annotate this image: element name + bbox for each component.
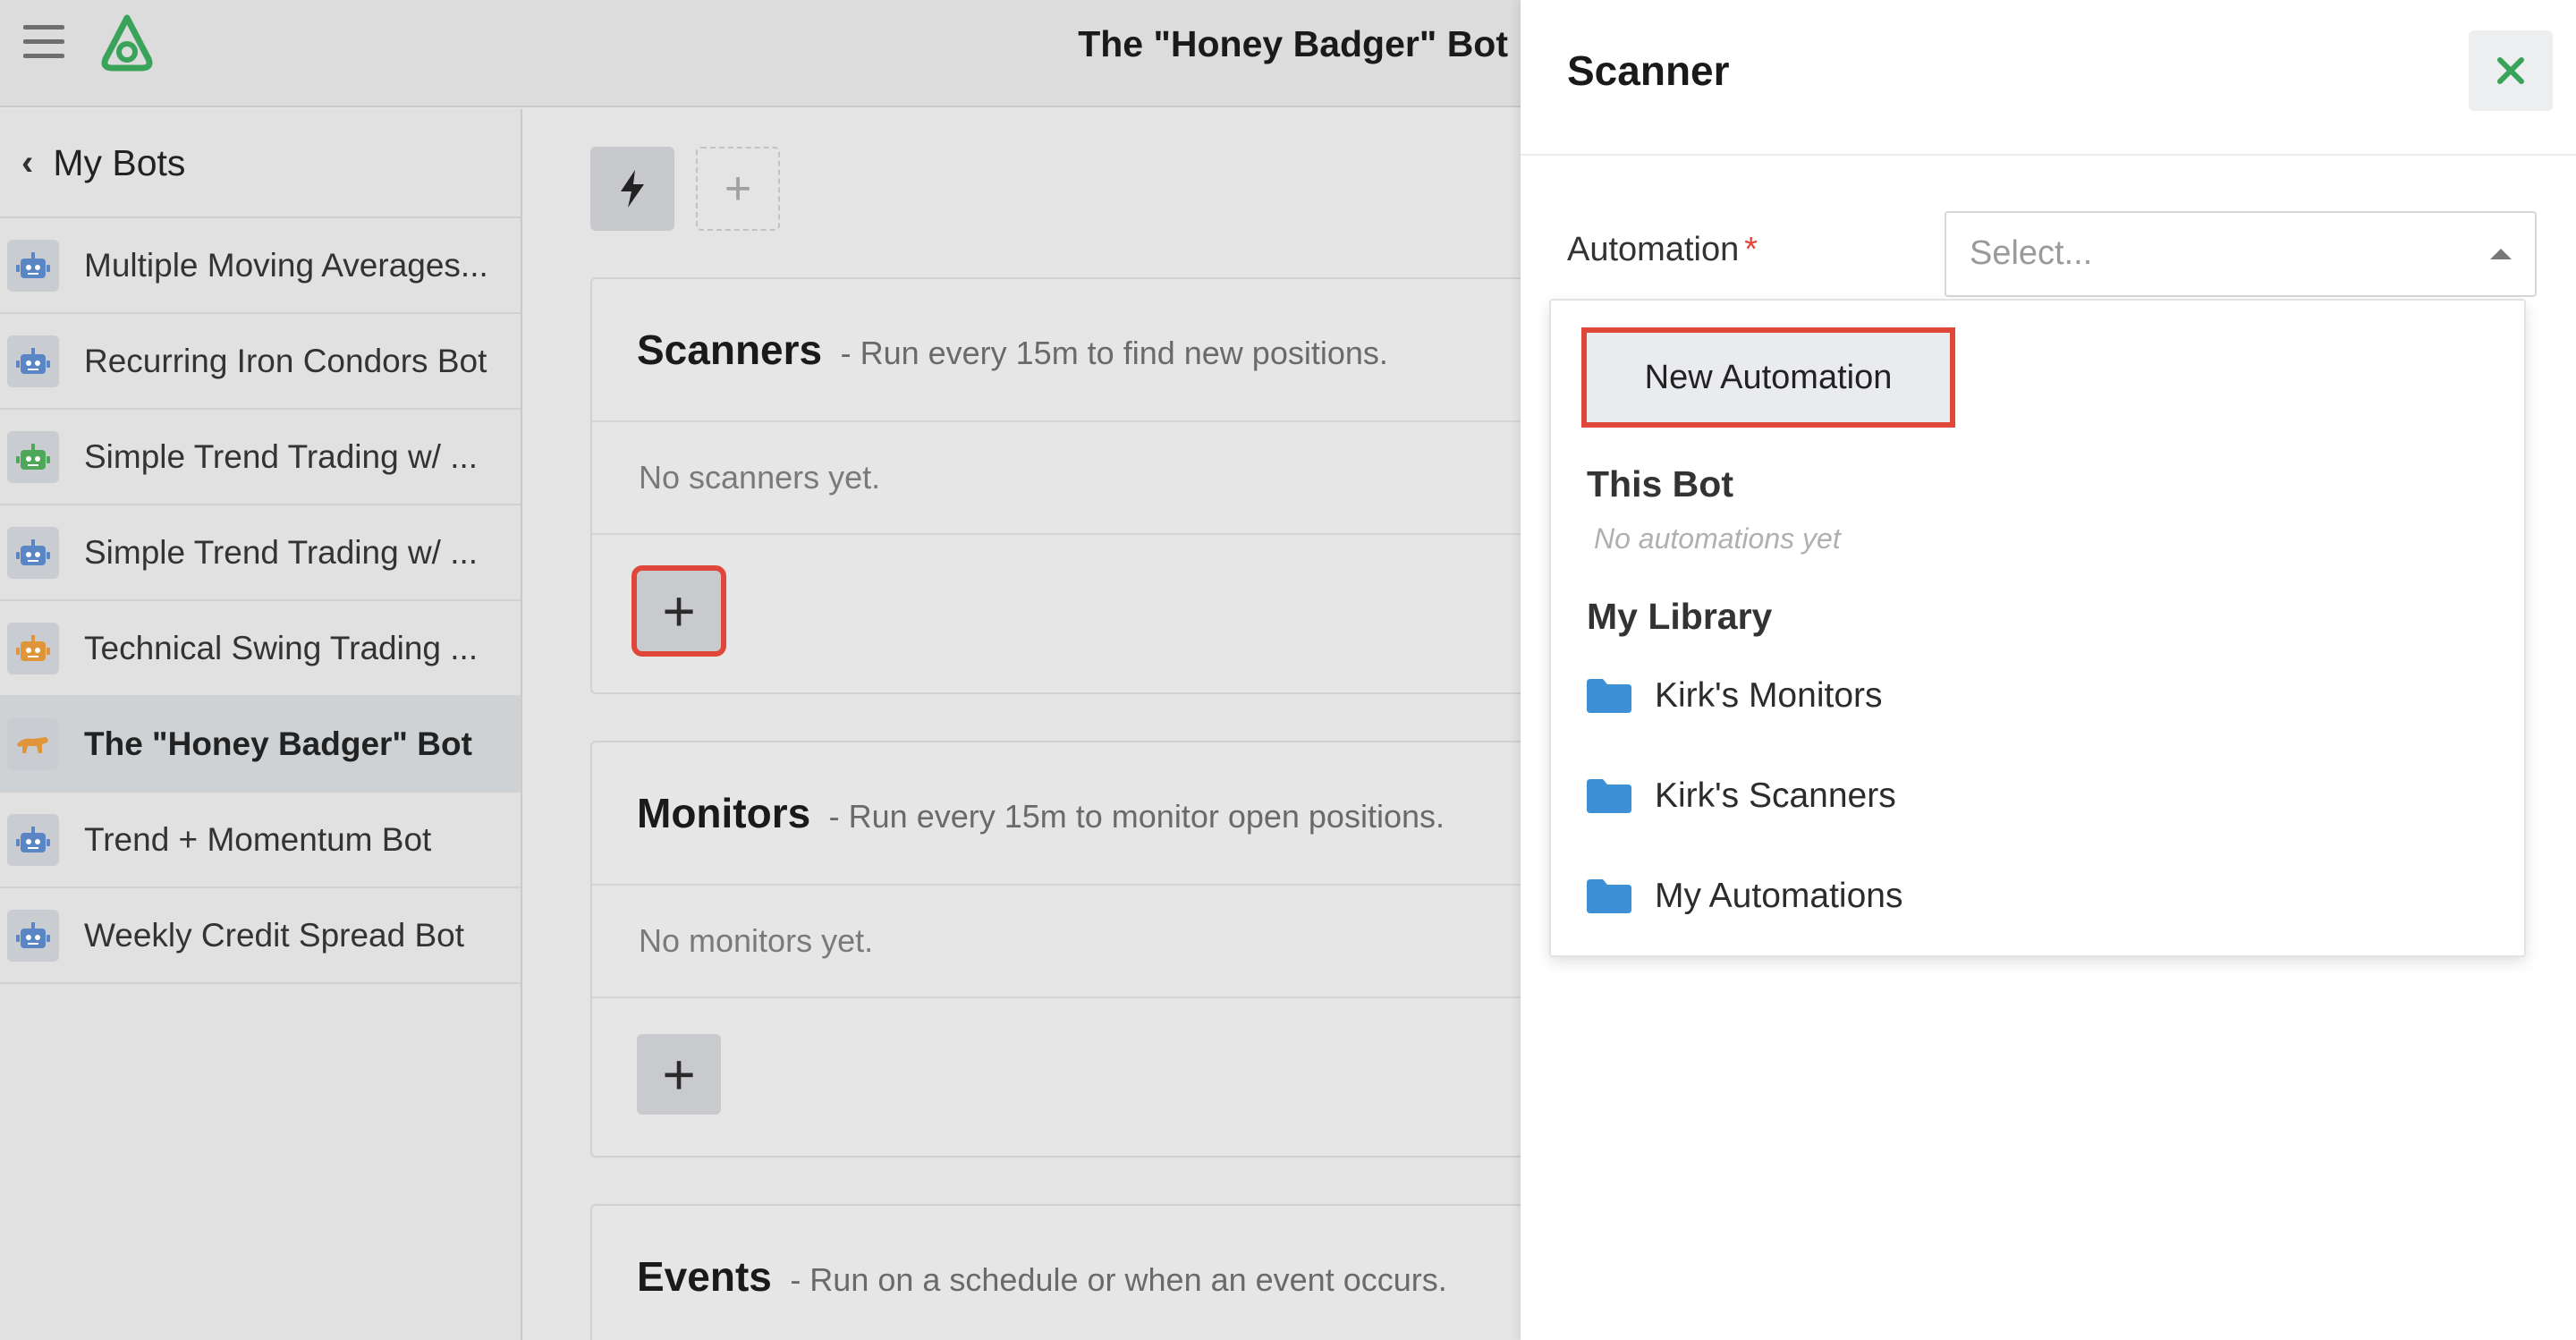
sidebar-bot-item[interactable]: Trend + Momentum Bot <box>0 793 521 888</box>
folder-label: Kirk's Scanners <box>1655 776 1896 815</box>
sidebar-bot-item[interactable]: The "Honey Badger" Bot <box>0 697 521 793</box>
add-tab-button[interactable]: + <box>696 147 780 231</box>
automation-field-label: Automation * <box>1567 231 1758 269</box>
page-title: The "Honey Badger" Bot <box>1078 23 1508 64</box>
automation-select[interactable]: Select... <box>1945 211 2537 297</box>
automation-label-text: Automation <box>1567 231 1740 268</box>
app-root: The "Honey Badger" Bot ‹ My Bots Multipl… <box>0 0 2576 1340</box>
bot-list: Multiple Moving Averages... Recurring Iro… <box>0 218 521 984</box>
folder-label: Kirk's Monitors <box>1655 676 1883 715</box>
my-bots-label: My Bots <box>53 141 186 183</box>
robot-icon <box>7 813 59 866</box>
automation-dropdown-menu: New Automation This Bot No automations y… <box>1549 299 2526 957</box>
app-logo-icon[interactable] <box>93 13 161 75</box>
robot-icon <box>7 239 59 292</box>
folder-icon <box>1587 679 1631 713</box>
events-card: Events - Run on a schedule or when an ev… <box>590 1204 1538 1340</box>
folder-option-kirks-scanners[interactable]: Kirk's Scanners <box>1587 771 1896 821</box>
scanners-empty-text: No scanners yet. <box>592 422 1537 535</box>
folder-label: My Automations <box>1655 877 1903 915</box>
add-scanner-button[interactable]: + <box>631 565 726 657</box>
monitors-empty-text: No monitors yet. <box>592 886 1537 998</box>
this-bot-group-title: This Bot <box>1587 463 1733 505</box>
new-automation-option[interactable]: New Automation <box>1581 327 1955 428</box>
hamburger-menu-icon[interactable] <box>23 25 64 64</box>
monitors-card: Monitors - Run every 15m to monitor open… <box>590 741 1538 1158</box>
sidebar-bot-label: Technical Swing Trading ... <box>84 629 479 666</box>
sidebar-bot-label: The "Honey Badger" Bot <box>84 725 472 762</box>
robot-icon <box>7 909 59 962</box>
robot-icon <box>7 526 59 579</box>
robot-icon <box>7 622 59 674</box>
sidebar-bot-label: Multiple Moving Averages... <box>84 246 488 284</box>
my-bots-back-link[interactable]: ‹ My Bots <box>0 109 521 218</box>
close-button[interactable] <box>2469 30 2553 111</box>
this-bot-empty-text: No automations yet <box>1594 522 1841 555</box>
events-subtitle: - Run on a schedule or when an event occ… <box>790 1261 1447 1298</box>
scanner-drawer: Scanner Automation * Select... New Automa… <box>1521 0 2576 1340</box>
scanners-subtitle: - Run every 15m to find new positions. <box>840 335 1388 371</box>
sidebar-bot-label: Simple Trend Trading w/ ... <box>84 533 479 571</box>
scanners-card: Scanners - Run every 15m to find new pos… <box>590 277 1538 694</box>
sidebar-bot-item[interactable]: Simple Trend Trading w/ ... <box>0 505 521 601</box>
sidebar-bot-item[interactable]: Simple Trend Trading w/ ... <box>0 410 521 505</box>
tab-lightning[interactable] <box>590 147 674 231</box>
sidebar-bot-item[interactable]: Recurring Iron Condors Bot <box>0 314 521 410</box>
add-monitor-button[interactable]: + <box>637 1034 721 1115</box>
folder-option-kirks-monitors[interactable]: Kirk's Monitors <box>1587 671 1883 721</box>
events-title: Events <box>637 1253 772 1300</box>
top-bar: The "Honey Badger" Bot <box>0 0 1521 107</box>
lightning-icon <box>621 170 644 208</box>
scanners-title: Scanners <box>637 327 823 373</box>
close-icon <box>2497 57 2524 84</box>
sidebar-bot-label: Recurring Iron Condors Bot <box>84 342 487 379</box>
sidebar-bot-label: Trend + Momentum Bot <box>84 820 432 858</box>
sidebar-bot-label: Weekly Credit Spread Bot <box>84 916 465 954</box>
caret-up-icon <box>2490 249 2512 259</box>
sidebar-bot-item[interactable]: Technical Swing Trading ... <box>0 601 521 697</box>
drawer-title: Scanner <box>1567 47 1730 94</box>
folder-option-my-automations[interactable]: My Automations <box>1587 871 1902 921</box>
robot-icon <box>7 335 59 387</box>
sidebar-bot-label: Simple Trend Trading w/ ... <box>84 437 479 475</box>
my-library-group-title: My Library <box>1587 596 1773 637</box>
folder-icon <box>1587 879 1631 913</box>
sidebar-bot-item[interactable]: Multiple Moving Averages... <box>0 218 521 314</box>
sidebar: ‹ My Bots Multiple Moving Averages... Rec… <box>0 109 522 1340</box>
robot-icon <box>7 430 59 483</box>
automation-select-placeholder: Select... <box>1970 234 2093 272</box>
main-content: + Scanners - Run every 15m to find new p… <box>524 109 1538 1340</box>
chevron-left-icon: ‹ <box>21 142 34 182</box>
sidebar-bot-item[interactable]: Weekly Credit Spread Bot <box>0 888 521 984</box>
monitors-title: Monitors <box>637 790 811 836</box>
required-mark: * <box>1744 231 1758 268</box>
badger-icon <box>7 717 59 770</box>
folder-icon <box>1587 779 1631 813</box>
monitors-subtitle: - Run every 15m to monitor open position… <box>828 798 1445 835</box>
